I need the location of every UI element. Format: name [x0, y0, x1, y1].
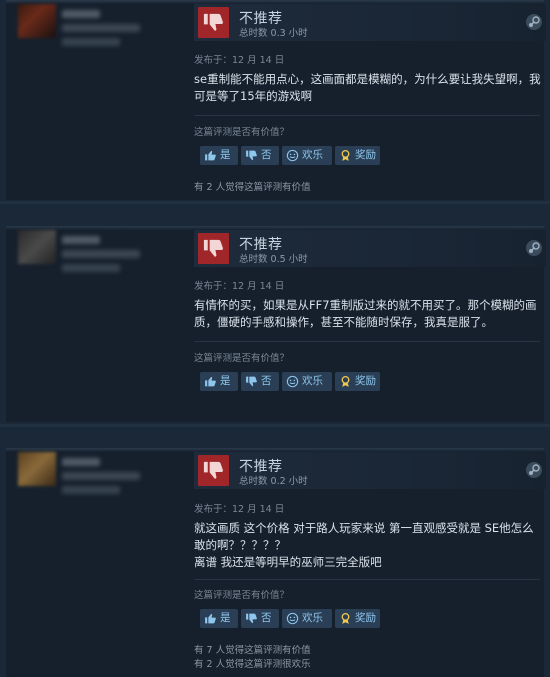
review-text: 有情怀的买，如果是从FF7重制版过来的就不用买了。那个模糊的画 质，僵硬的手感和… — [194, 297, 544, 331]
author-info[interactable] — [14, 452, 184, 512]
avatar[interactable] — [18, 452, 56, 486]
author-meta-blurred — [62, 472, 140, 480]
award-icon — [341, 612, 350, 624]
author-name-blurred — [62, 10, 100, 18]
smiley-icon — [286, 375, 299, 388]
divider — [194, 341, 540, 342]
award-label: 奖励 — [355, 375, 376, 387]
smiley-icon — [286, 612, 299, 625]
author-name-blurred — [62, 458, 100, 466]
post-date: 发布于：12 月 14 日 — [194, 55, 285, 66]
post-date: 发布于：12 月 14 日 — [194, 281, 285, 292]
author-name-blurred — [62, 236, 100, 244]
author-meta-blurred — [62, 38, 120, 46]
award-icon — [341, 149, 350, 161]
vote-funny-button[interactable]: 欢乐 — [282, 146, 332, 165]
review-card: 不推荐 总时数 0.2 小时 发布于：12 月 14 日 就这画质 这个价格 对… — [6, 448, 546, 677]
vote-yes-label: 是 — [220, 149, 231, 161]
vote-yes-label: 是 — [220, 612, 231, 624]
steam-icon — [526, 462, 542, 478]
funny-count: 有 2 人觉得这篇评测很欢乐 — [194, 659, 311, 670]
thumbs-down-icon — [198, 7, 229, 38]
avatar[interactable] — [18, 230, 56, 264]
review-text-line: 离谱 我还是等明早的巫师三完全版吧 — [194, 555, 382, 569]
award-label: 奖励 — [355, 149, 376, 161]
author-meta-blurred — [62, 486, 120, 494]
vote-yes-button[interactable]: 是 — [200, 372, 238, 391]
review-text: se重制能不能用点心，这画面都是模糊的，为什么要让我失望啊，我 可是等了15年的… — [194, 71, 544, 105]
thumbs-down-icon — [198, 455, 229, 486]
review-text-line: se重制能不能用点心，这画面都是模糊的，为什么要让我失望啊，我 — [194, 72, 541, 86]
review-separator — [0, 201, 550, 204]
review-card: 不推荐 总时数 0.3 小时 发布于：12 月 14 日 se重制能不能用点心，… — [6, 0, 546, 200]
award-button[interactable]: 奖励 — [335, 146, 380, 165]
award-button[interactable]: 奖励 — [335, 372, 380, 391]
review-header: 不推荐 总时数 0.3 小时 — [194, 4, 546, 41]
vote-funny-button[interactable]: 欢乐 — [282, 609, 332, 628]
award-button[interactable]: 奖励 — [335, 609, 380, 628]
author-meta-blurred — [62, 264, 120, 272]
review-text-line: 就这画质 这个价格 对于路人玩家来说 第一直观感受就是 SE他怎么 — [194, 521, 534, 535]
vote-funny-label: 欢乐 — [302, 375, 323, 387]
steam-icon — [526, 240, 542, 256]
helpful-prompt: 这篇评测是否有价值？ — [194, 353, 290, 364]
award-icon — [341, 375, 350, 387]
thumbs-down-icon — [246, 613, 257, 624]
avatar[interactable] — [18, 4, 56, 38]
author-info[interactable] — [14, 4, 184, 64]
vote-no-button[interactable]: 否 — [241, 372, 279, 391]
helpful-count: 有 7 人觉得这篇评测有价值 — [194, 645, 311, 656]
thumbs-up-icon — [205, 150, 216, 161]
review-header: 不推荐 总时数 0.2 小时 — [194, 452, 546, 489]
review-card: 不推荐 总时数 0.5 小时 发布于：12 月 14 日 有情怀的买，如果是从F… — [6, 226, 546, 422]
steam-icon — [526, 14, 542, 30]
divider — [194, 579, 540, 580]
vote-yes-button[interactable]: 是 — [200, 609, 238, 628]
vote-funny-button[interactable]: 欢乐 — [282, 372, 332, 391]
play-hours: 总时数 0.3 小时 — [239, 28, 308, 39]
vote-no-label: 否 — [261, 149, 272, 161]
vote-no-label: 否 — [261, 375, 272, 387]
divider — [194, 115, 540, 116]
review-text-line: 有情怀的买，如果是从FF7重制版过来的就不用买了。那个模糊的画 — [194, 298, 537, 312]
review-separator — [0, 424, 550, 427]
author-info[interactable] — [14, 230, 184, 290]
helpful-count: 有 2 人觉得这篇评测有价值 — [194, 182, 311, 193]
thumbs-down-icon — [246, 150, 257, 161]
thumbs-up-icon — [205, 613, 216, 624]
smiley-icon — [286, 149, 299, 162]
vote-funny-label: 欢乐 — [302, 612, 323, 624]
thumbs-up-icon — [205, 376, 216, 387]
vote-no-button[interactable]: 否 — [241, 146, 279, 165]
thumbs-down-icon — [246, 376, 257, 387]
vote-funny-label: 欢乐 — [302, 149, 323, 161]
review-text-line: 质，僵硬的手感和操作，甚至不能随时保存，我真是服了。 — [194, 315, 493, 329]
vote-yes-label: 是 — [220, 375, 231, 387]
author-meta-blurred — [62, 24, 140, 32]
vote-no-label: 否 — [261, 612, 272, 624]
review-header: 不推荐 总时数 0.5 小时 — [194, 230, 546, 267]
author-meta-blurred — [62, 250, 140, 258]
review-text-line: 敢的啊？？？？？ — [194, 538, 286, 552]
review-text-line: 可是等了15年的游戏啊 — [194, 89, 313, 103]
play-hours: 总时数 0.2 小时 — [239, 476, 308, 487]
helpful-prompt: 这篇评测是否有价值？ — [194, 127, 290, 138]
play-hours: 总时数 0.5 小时 — [239, 254, 308, 265]
review-text: 就这画质 这个价格 对于路人玩家来说 第一直观感受就是 SE他怎么 敢的啊？？？… — [194, 520, 544, 571]
award-label: 奖励 — [355, 612, 376, 624]
thumbs-down-icon — [198, 233, 229, 264]
vote-no-button[interactable]: 否 — [241, 609, 279, 628]
post-date: 发布于：12 月 14 日 — [194, 504, 285, 515]
vote-yes-button[interactable]: 是 — [200, 146, 238, 165]
helpful-prompt: 这篇评测是否有价值？ — [194, 590, 290, 601]
